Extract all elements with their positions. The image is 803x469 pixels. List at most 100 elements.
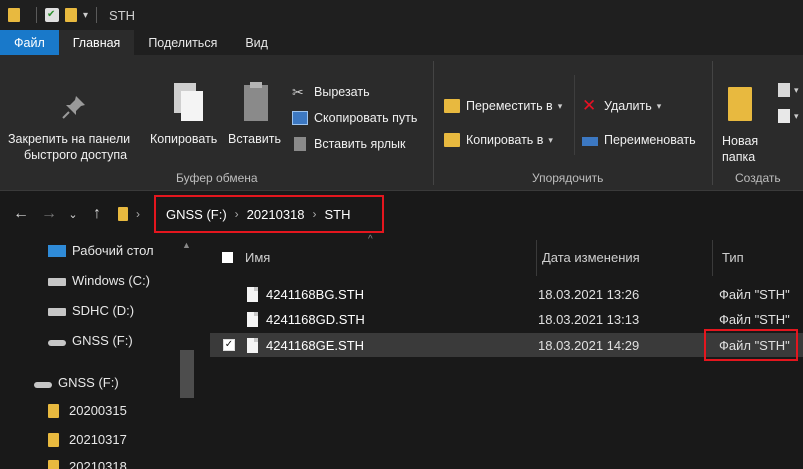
delete-button[interactable]: ✕ Удалить ▾ [582, 96, 662, 115]
paste-shortcut-label: Вставить ярлык [314, 137, 406, 151]
column-separator[interactable] [536, 240, 537, 276]
breadcrumb-current[interactable]: STH [325, 207, 351, 222]
paste-icon [244, 82, 268, 121]
file-name: 4241168GE.STH [266, 337, 365, 353]
nav-item-20210318[interactable]: 20210318 [48, 459, 127, 469]
copy-to-label: Копировать в [466, 133, 544, 147]
sd-card-drive-icon [48, 308, 66, 316]
nav-item-20200315[interactable]: 20200315 [48, 403, 127, 418]
easy-access-icon[interactable] [778, 109, 790, 123]
chevron-down-icon: ▾ [557, 100, 563, 111]
back-arrow-icon[interactable]: ← [10, 205, 32, 223]
divider [712, 61, 713, 185]
organize-group-label: Упорядочить [532, 171, 604, 185]
chevron-right-icon[interactable]: › [313, 207, 317, 221]
row-checkbox[interactable]: ✓ [223, 339, 235, 351]
new-folder-button[interactable]: Новая папка [722, 133, 772, 167]
new-folder-line1: Новая [722, 134, 759, 148]
properties-icon[interactable]: ✔ [45, 8, 59, 22]
new-folder-icon [728, 87, 752, 121]
column-header-name[interactable]: Имя [245, 250, 270, 265]
file-name: 4241168GD.STH [266, 311, 365, 327]
table-row[interactable]: 4241168BG.STH 18.03.2021 13:26 Файл "STH… [210, 282, 803, 306]
delete-x-icon: ✕ [582, 96, 597, 115]
tab-home[interactable]: Главная [58, 30, 135, 55]
move-to-icon [444, 99, 460, 113]
breadcrumb: GNSS (F:) › 20210318 › STH [154, 195, 384, 233]
nav-item-sdhc-d[interactable]: SDHC (D:) [48, 303, 134, 318]
clipboard-group-label: Буфер обмена [176, 171, 258, 185]
chevron-down-icon: ▾ [656, 100, 662, 111]
chevron-down-icon: ▾ [794, 85, 799, 95]
window-title: STH [109, 7, 136, 23]
copy-to-button[interactable]: Копировать в ▾ [444, 133, 553, 147]
file-icon [247, 311, 258, 327]
nav-item-gnss-f-root[interactable]: GNSS (F:) [34, 375, 119, 390]
customize-toolbar-icon[interactable]: ▾ [83, 10, 88, 21]
nav-item-20210317[interactable]: 20210317 [48, 432, 127, 447]
new-folder-quick-icon[interactable] [65, 8, 77, 22]
nav-item-label: 20200315 [69, 403, 127, 418]
table-row[interactable]: 4241168GD.STH 18.03.2021 13:13 Файл "STH… [210, 307, 803, 331]
paste-button[interactable]: Вставить [228, 131, 281, 147]
sort-chevron-icon: ^ [368, 234, 373, 245]
file-type: Файл "STH" [719, 286, 790, 302]
breadcrumb-folder[interactable]: 20210318 [247, 207, 305, 222]
copy-button[interactable]: Копировать [150, 131, 217, 147]
chevron-down-icon: ▾ [794, 111, 799, 121]
file-icon [247, 337, 258, 353]
address-bar: ← → ⌄ ↑ › [0, 191, 803, 237]
recent-locations-icon[interactable]: ⌄ [62, 208, 84, 221]
column-header-date[interactable]: Дата изменения [542, 250, 640, 265]
cut-button[interactable]: ✂ Вырезать [292, 85, 370, 99]
chevron-right-icon[interactable]: › [235, 207, 239, 221]
breadcrumb-drive[interactable]: GNSS (F:) [166, 207, 227, 222]
drive-icon [34, 381, 52, 388]
tab-view[interactable]: Вид [231, 30, 282, 55]
nav-item-desktop[interactable]: Рабочий стол [48, 243, 154, 258]
folder-icon [8, 8, 20, 22]
nav-item-label: Windows (C:) [72, 273, 151, 288]
nav-item-gnss-f[interactable]: GNSS (F:) [48, 333, 133, 348]
copy-path-label: Скопировать путь [314, 111, 418, 125]
column-header-type[interactable]: Тип [722, 250, 744, 265]
tab-file[interactable]: Файл [0, 30, 59, 55]
title-bar: ✔ ▾ STH [0, 0, 803, 30]
new-item-icon[interactable] [778, 83, 790, 97]
column-separator[interactable] [712, 240, 713, 276]
paste-shortcut-button[interactable]: Вставить ярлык [292, 137, 406, 151]
file-date: 18.03.2021 14:29 [538, 337, 640, 353]
nav-item-label: 20210317 [69, 432, 127, 447]
rename-icon [582, 136, 598, 146]
new-folder-line2: папка [722, 150, 756, 164]
ribbon-tabs: Файл Главная Поделиться Вид [0, 30, 803, 55]
move-to-label: Переместить в [466, 99, 553, 113]
nav-item-label: GNSS (F:) [58, 375, 119, 390]
copy-path-button[interactable]: Скопировать путь [292, 111, 417, 125]
divider [36, 7, 37, 23]
copy-icon [174, 83, 203, 121]
tab-share[interactable]: Поделиться [134, 30, 231, 55]
nav-item-windows-c[interactable]: Windows (C:) [48, 273, 150, 288]
file-name: 4241168BG.STH [266, 286, 365, 302]
highlight-box [704, 329, 798, 361]
move-to-button[interactable]: Переместить в ▾ [444, 99, 562, 113]
chevron-down-icon: ▾ [548, 134, 553, 145]
nav-item-label: Рабочий стол [72, 243, 154, 258]
cut-label: Вырезать [314, 85, 370, 99]
scroll-up-icon[interactable]: ▲ [182, 240, 191, 250]
select-all-checkbox[interactable] [222, 252, 233, 263]
up-arrow-icon[interactable]: ↑ [86, 205, 108, 223]
copy-to-icon [444, 133, 460, 147]
forward-arrow-icon[interactable]: → [38, 205, 60, 223]
desktop-icon [48, 244, 66, 257]
file-type: Файл "STH" [719, 311, 790, 327]
nav-scrollbar-thumb[interactable] [180, 350, 194, 398]
paste-shortcut-icon [294, 137, 306, 151]
divider [433, 61, 434, 185]
pin-to-quick-access-button[interactable]: Закрепить на панели быстрого доступа [8, 131, 146, 167]
rename-button[interactable]: Переименовать [582, 133, 696, 147]
location-folder-icon [118, 207, 128, 221]
file-date: 18.03.2021 13:13 [538, 311, 640, 327]
chevron-right-icon: › [136, 207, 140, 221]
